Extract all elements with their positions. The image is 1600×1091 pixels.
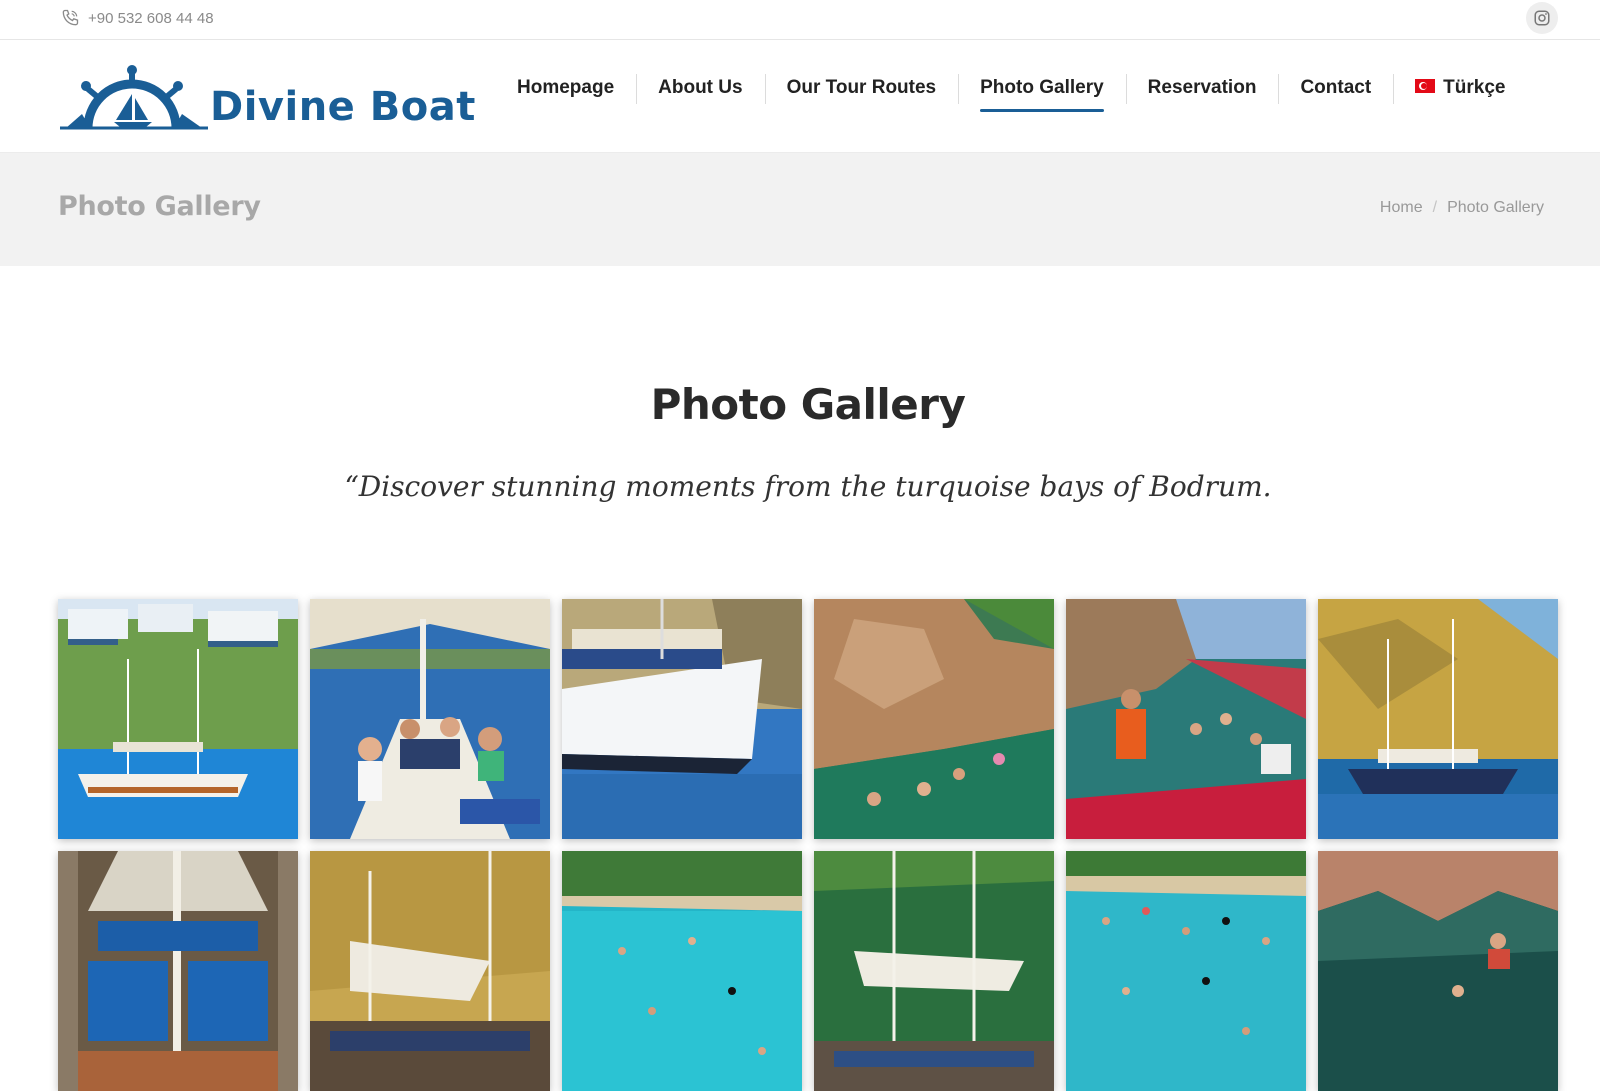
top-bar: +90 532 608 44 48 xyxy=(0,0,1600,40)
nav-homepage[interactable]: Homepage xyxy=(495,70,636,106)
site-header: Divine Boat Homepage About Us Our Tour R… xyxy=(0,40,1600,153)
photo-gulet-below-villas[interactable] xyxy=(58,599,298,839)
photo-cave-swimmers[interactable] xyxy=(1318,851,1558,1091)
photo-divine-boat-bow[interactable] xyxy=(562,599,802,839)
photo-gulet-deck-cushions[interactable] xyxy=(58,851,298,1091)
language-label: Türkçe xyxy=(1443,77,1506,98)
photo-ladder-into-sea[interactable] xyxy=(1066,599,1306,839)
breadcrumb-separator: / xyxy=(1432,199,1438,216)
nav-reservation[interactable]: Reservation xyxy=(1125,70,1279,106)
phone-contact[interactable]: +90 532 608 44 48 xyxy=(60,8,214,28)
instagram-icon xyxy=(1534,10,1550,26)
instagram-link[interactable] xyxy=(1526,2,1558,34)
photo-turquoise-beach[interactable] xyxy=(562,851,802,1091)
photo-guests-on-deck[interactable] xyxy=(310,599,550,839)
nav-language-turkish[interactable]: Türkçe xyxy=(1393,70,1527,106)
ship-wheel-icon xyxy=(60,65,208,130)
photo-gulet-awning-hillside[interactable] xyxy=(310,851,550,1091)
nav-tour-routes[interactable]: Our Tour Routes xyxy=(764,70,959,106)
photo-gulet-below-hillside[interactable] xyxy=(1318,599,1558,839)
turkey-flag-icon xyxy=(1415,78,1436,93)
gallery-heading: Photo Gallery xyxy=(650,380,966,429)
gallery-subtitle: “Discover stunning moments from the turq… xyxy=(344,470,1272,503)
nav-contact[interactable]: Contact xyxy=(1278,70,1393,106)
photo-gallery-grid xyxy=(58,599,1558,1091)
phone-number: +90 532 608 44 48 xyxy=(88,9,214,27)
nav-photo-gallery[interactable]: Photo Gallery xyxy=(958,70,1126,112)
page-title-bar: Photo Gallery Home / Photo Gallery xyxy=(0,153,1600,266)
nav-about-us[interactable]: About Us xyxy=(636,70,764,106)
site-logo[interactable]: Divine Boat xyxy=(60,58,476,136)
breadcrumb-current: Photo Gallery xyxy=(1447,199,1544,216)
photo-gulet-green-bay[interactable] xyxy=(814,851,1054,1091)
page-title: Photo Gallery xyxy=(58,191,261,222)
main-nav: Homepage About Us Our Tour Routes Photo … xyxy=(495,70,1527,112)
photo-crowded-beach-bay[interactable] xyxy=(1066,851,1306,1091)
breadcrumb: Home / Photo Gallery xyxy=(1380,199,1544,217)
breadcrumb-home[interactable]: Home xyxy=(1380,199,1423,217)
phone-icon xyxy=(62,9,79,26)
brand-name: Divine Boat xyxy=(210,84,476,130)
photo-swimmers-by-cliff[interactable] xyxy=(814,599,1054,839)
